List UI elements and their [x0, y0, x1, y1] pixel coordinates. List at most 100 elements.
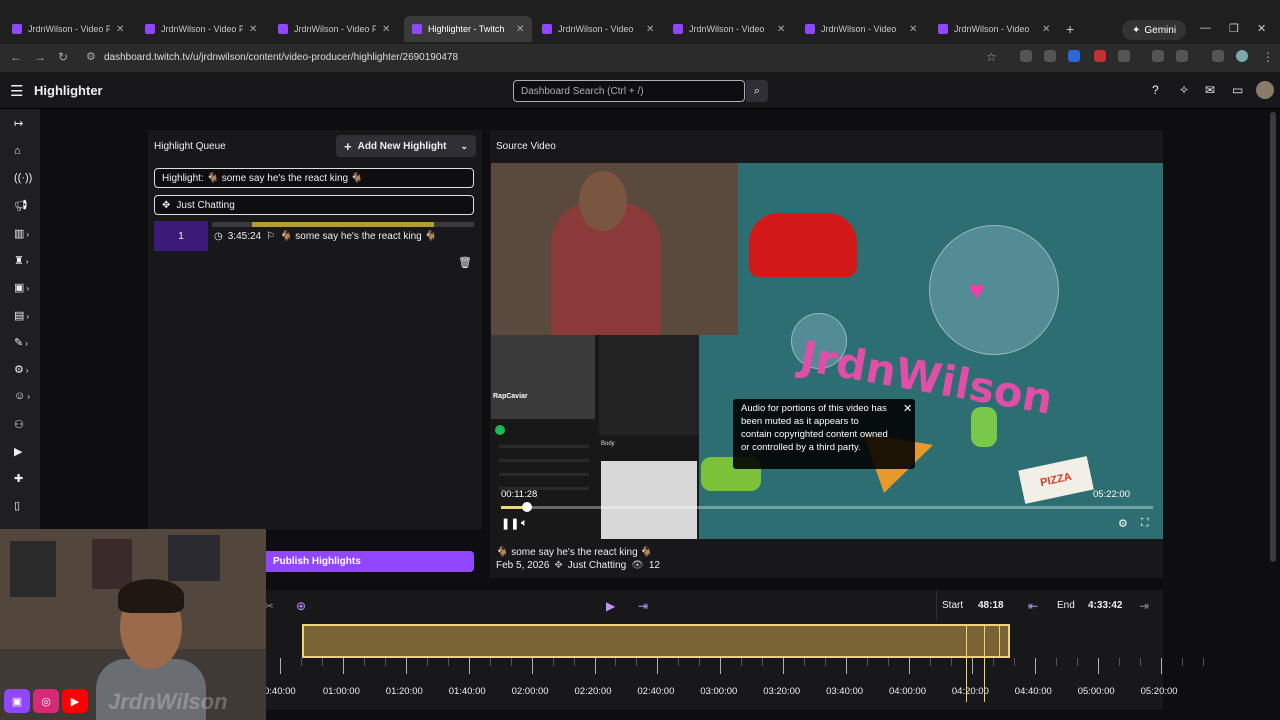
new-tab-icon[interactable]: + [1066, 21, 1074, 37]
set-start-icon[interactable]: ⇤ [1028, 599, 1038, 613]
book-icon[interactable]: ▯ [14, 499, 20, 512]
pause-icon[interactable]: ❚❚ [501, 517, 519, 530]
page-scrollbar[interactable] [1270, 112, 1276, 562]
browser-tab[interactable]: JrdnWilson - Video Pro✕ [4, 18, 132, 40]
end-value[interactable]: 4:33:42 [1088, 600, 1122, 611]
reading-list-icon[interactable] [1152, 50, 1164, 62]
side-panel-icon[interactable] [1176, 50, 1188, 62]
pen-icon[interactable]: ✎ › [14, 336, 28, 349]
extension-icon[interactable] [1094, 50, 1106, 62]
extensions-puzzle-icon[interactable] [1118, 50, 1130, 62]
stream-icon[interactable]: ((·)) [14, 172, 32, 184]
forward-icon[interactable]: → [34, 50, 46, 64]
set-end-icon[interactable]: ⇥ [1139, 599, 1149, 613]
megaphone-icon[interactable]: 📢︎ [14, 199, 28, 212]
timeline-tick [384, 658, 386, 666]
bookmark-star-icon[interactable]: ☆ [986, 50, 997, 64]
queue-clip-row[interactable]: 1 ◷ 3:45:24 ⚐ 🐐 some say he's the react … [154, 221, 474, 251]
add-circle-icon[interactable]: ⊕ [296, 599, 306, 613]
downloads-icon[interactable] [1212, 50, 1224, 62]
close-tab-icon[interactable]: ✕ [1042, 24, 1050, 35]
browser-tab[interactable]: JrdnWilson - Video ✕ [930, 18, 1058, 40]
extension-icon[interactable] [1044, 50, 1056, 62]
video-player[interactable]: RapCaviar Body ♥ JrdnWilson PIZZA Audio … [491, 163, 1163, 539]
close-tab-icon[interactable]: ✕ [777, 24, 785, 35]
artist-photo [601, 461, 697, 539]
hamburger-menu-icon[interactable]: ☰ [10, 82, 23, 100]
video-camera-icon[interactable]: ▶ [14, 445, 22, 458]
volume-icon[interactable]: 🔈︎ [521, 517, 528, 530]
fullscreen-icon[interactable]: ⛶ [1141, 517, 1149, 530]
add-user-icon[interactable]: ⚇ [14, 418, 24, 431]
search-icon: ⌕ [753, 84, 761, 97]
add-new-highlight-button[interactable]: + Add New Highlight ⌄ [336, 135, 476, 157]
emote-icon[interactable]: ☺ › [14, 390, 30, 402]
settings-icon[interactable]: ⚙ › [14, 363, 29, 376]
highlight-title-field[interactable]: Highlight: 🐐 some say he's the react kin… [154, 168, 474, 188]
avatar[interactable] [1256, 81, 1274, 99]
extension-icon[interactable] [1020, 50, 1032, 62]
highlight-queue-panel: Highlight Queue + Add New Highlight ⌄ Hi… [148, 130, 482, 530]
timeline-tick [426, 658, 428, 666]
timeline-tick [447, 658, 449, 666]
help-icon[interactable]: ? [1152, 83, 1159, 97]
menu-kebab-icon[interactable]: ⋮ [1262, 50, 1274, 64]
browser-tab[interactable]: JrdnWilson - Video ✕ [534, 18, 662, 40]
profile-icon[interactable] [1236, 50, 1248, 62]
dashboard-search-input[interactable]: Dashboard Search (Ctrl + /) [513, 80, 745, 102]
community-icon[interactable]: ♜ › [14, 254, 29, 267]
close-icon[interactable]: ✕ [903, 403, 912, 416]
start-value[interactable]: 48:18 [978, 600, 1004, 611]
timeline-time-label: 04:40:00 [1014, 686, 1052, 697]
close-tab-icon[interactable]: ✕ [516, 24, 524, 35]
gear-icon[interactable]: ⚙ [1118, 517, 1128, 530]
close-window-icon[interactable]: ✕ [1257, 22, 1266, 35]
timeline-time-label: 01:40:00 [448, 686, 486, 697]
timeline-ruler[interactable] [266, 658, 1204, 676]
minimize-icon[interactable]: — [1200, 22, 1211, 34]
monetization-icon[interactable]: ▤ › [14, 309, 29, 322]
maximize-icon[interactable]: ❐ [1229, 22, 1239, 35]
home-icon[interactable]: ⌂ [14, 145, 21, 157]
content-icon[interactable]: ▣ › [14, 281, 29, 294]
back-icon[interactable]: ← [10, 50, 22, 64]
gemini-button[interactable]: ✦ Gemini [1122, 20, 1187, 40]
extension-icon[interactable] [1068, 50, 1080, 62]
playhead[interactable] [984, 624, 985, 702]
category-field[interactable]: ✥ Just Chatting [154, 195, 474, 215]
chat-icon[interactable]: ▭ [1232, 83, 1243, 97]
chevron-down-icon[interactable]: ⌄ [460, 141, 468, 152]
timeline-tick [1118, 658, 1120, 666]
timeline-tick [783, 658, 785, 674]
mail-icon[interactable]: ✉ [1205, 83, 1215, 97]
jump-to-end-icon[interactable]: ⇥ [638, 599, 648, 613]
publish-highlights-button[interactable]: Publish Highlights [266, 551, 474, 572]
url-field[interactable]: dashboard.twitch.tv/u/jrdnwilson/content… [104, 52, 458, 63]
search-button[interactable]: ⌕ [746, 80, 768, 102]
browser-tab[interactable]: JrdnWilson - Video Pro✕ [270, 18, 398, 40]
close-tab-icon[interactable]: ✕ [382, 24, 390, 35]
analytics-icon[interactable]: ▥ › [14, 227, 29, 240]
browser-tab[interactable]: Highlighter - Twitch ✕ [404, 16, 533, 42]
red-car-graphic [749, 213, 857, 277]
magic-sparkle-icon[interactable]: ✧ [1179, 83, 1189, 97]
expand-rail-icon[interactable]: ↦ [14, 117, 23, 130]
browser-tab[interactable]: JrdnWilson - Video ✕ [665, 18, 793, 40]
extensions-icon[interactable]: ✚ [14, 472, 23, 485]
reload-icon[interactable]: ↻ [58, 50, 68, 64]
close-tab-icon[interactable]: ✕ [909, 24, 917, 35]
twitch-favicon-icon [542, 24, 552, 34]
close-tab-icon[interactable]: ✕ [249, 24, 257, 35]
browser-tab[interactable]: JrdnWilson - Video ✕ [797, 18, 925, 40]
play-icon[interactable]: ▶ [606, 599, 615, 613]
browser-tab[interactable]: JrdnWilson - Video Pro✕ [137, 18, 265, 40]
timeline-clip-selection[interactable] [302, 624, 1010, 658]
playhead[interactable] [966, 624, 967, 702]
site-info-icon[interactable]: ⚙ [86, 50, 96, 63]
video-scrubber[interactable] [501, 506, 1153, 509]
close-tab-icon[interactable]: ✕ [116, 24, 124, 35]
close-tab-icon[interactable]: ✕ [646, 24, 654, 35]
timeline-tick [510, 658, 512, 666]
trash-icon[interactable]: 🗑︎ [458, 256, 472, 269]
current-time: 00:11:28 [501, 489, 538, 500]
